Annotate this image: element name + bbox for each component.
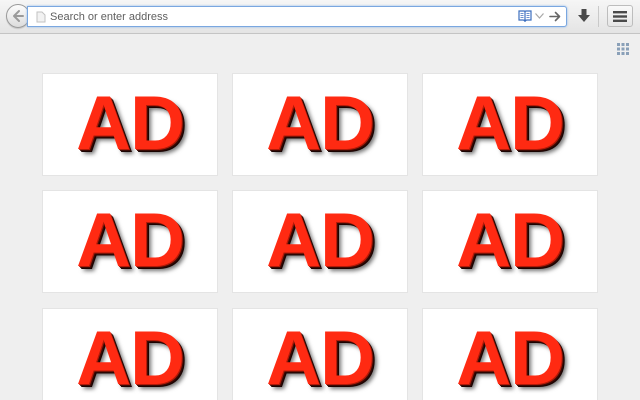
address-bar[interactable] — [27, 6, 567, 27]
grid-toggle-icon[interactable] — [617, 43, 629, 55]
tile-6[interactable]: AD — [423, 191, 597, 292]
tile-5[interactable]: AD — [233, 191, 407, 292]
tile-label: AD — [266, 316, 375, 400]
tile-label: AD — [456, 316, 565, 400]
page-icon — [36, 11, 46, 23]
tile-label: AD — [76, 198, 185, 283]
tile-label: AD — [266, 81, 375, 166]
reader-view-icon[interactable] — [518, 10, 532, 22]
toolbar-separator — [598, 6, 599, 27]
go-arrow-icon[interactable] — [549, 11, 561, 22]
tile-label: AD — [456, 198, 565, 283]
tile-label: AD — [456, 81, 565, 166]
tile-4[interactable]: AD — [43, 191, 217, 292]
tile-1[interactable]: AD — [43, 74, 217, 175]
tile-3[interactable]: AD — [423, 74, 597, 175]
tile-7[interactable]: AD — [43, 309, 217, 400]
hamburger-menu-icon — [613, 11, 627, 22]
download-icon[interactable] — [577, 9, 591, 23]
tile-label: AD — [266, 198, 375, 283]
nav-toolbar — [0, 0, 640, 34]
tile-8[interactable]: AD — [233, 309, 407, 400]
tile-2[interactable]: AD — [233, 74, 407, 175]
tile-9[interactable]: AD — [423, 309, 597, 400]
back-arrow-icon — [13, 10, 24, 22]
address-input[interactable] — [50, 8, 510, 25]
tile-label: AD — [76, 81, 185, 166]
tile-label: AD — [76, 316, 185, 400]
menu-button[interactable] — [607, 5, 633, 27]
dropdown-arrow-icon[interactable] — [535, 13, 544, 19]
